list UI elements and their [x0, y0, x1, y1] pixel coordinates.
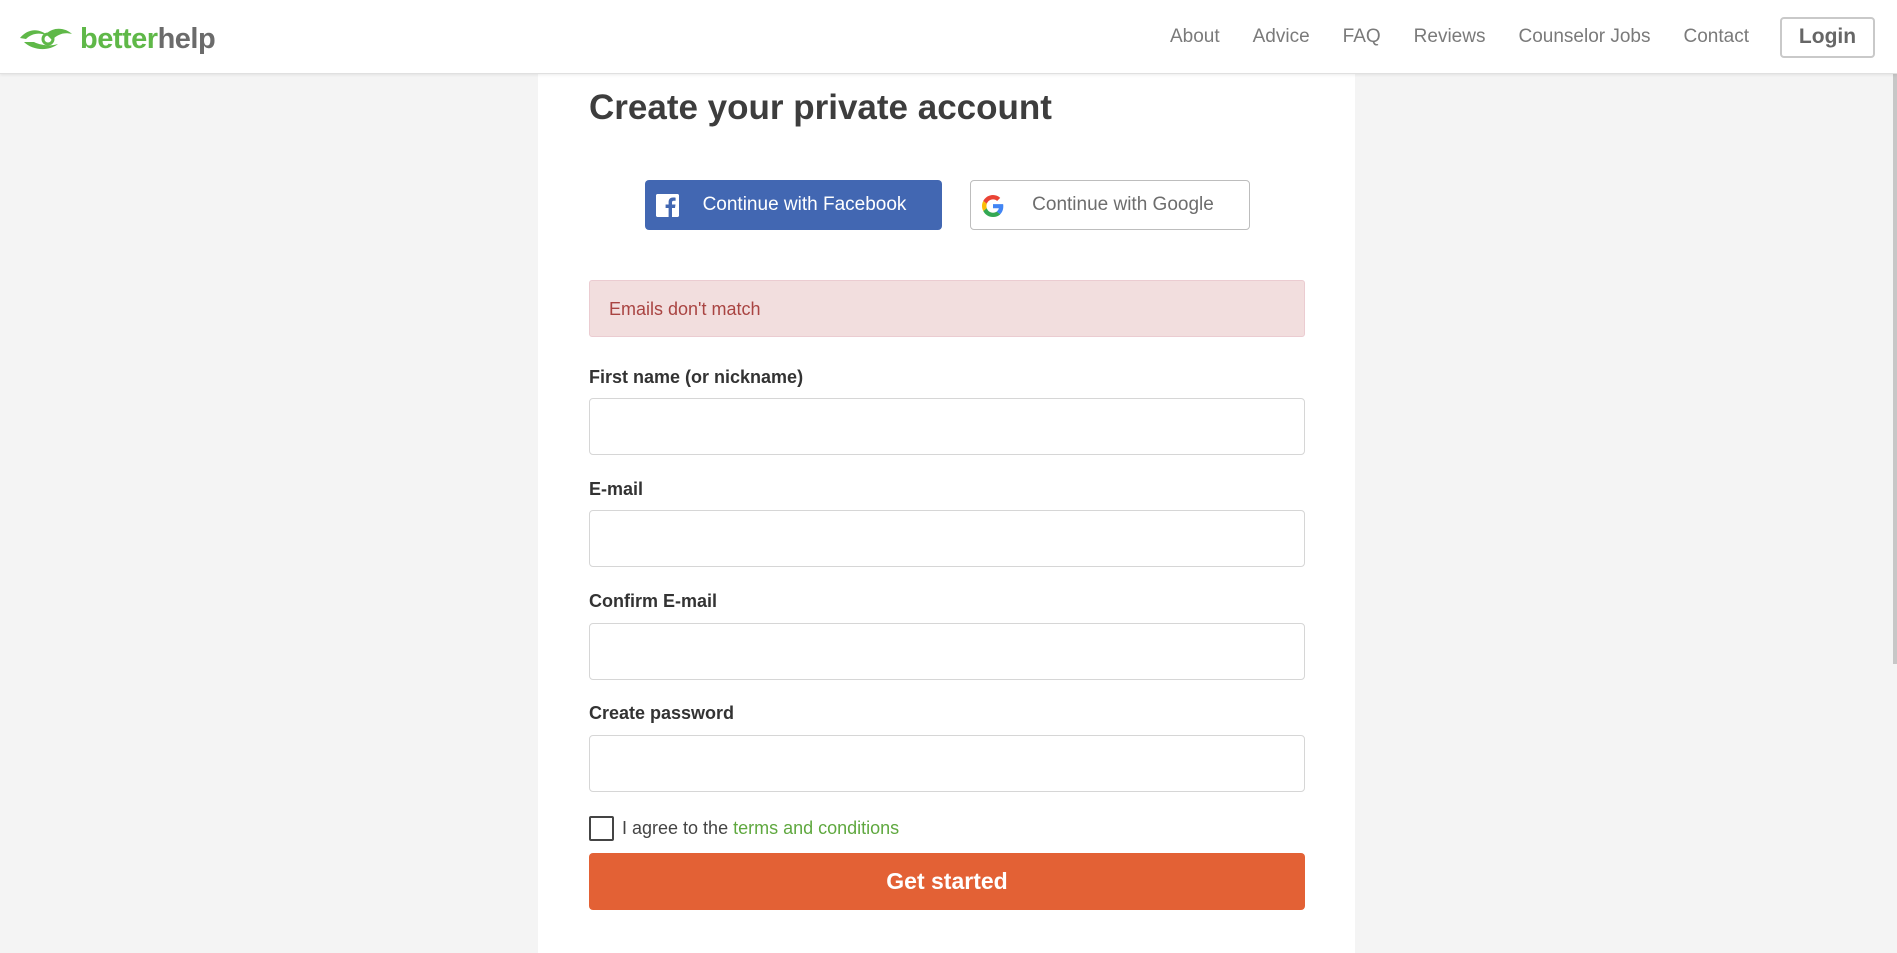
first-name-input[interactable]	[589, 398, 1305, 455]
leaf-hands-icon	[20, 28, 72, 50]
google-button-label: Continue with Google	[1032, 194, 1214, 215]
facebook-signup-button[interactable]: Continue with Facebook	[645, 180, 942, 230]
agree-text: I agree to the	[622, 817, 729, 838]
page-scrollbar[interactable]	[1893, 74, 1897, 664]
logo-better-text: better	[80, 22, 158, 55]
login-button[interactable]: Login	[1780, 16, 1875, 58]
facebook-button-label: Continue with Facebook	[702, 194, 907, 215]
page-title: Create your private account	[589, 88, 1052, 127]
terms-agreement: I agree to the terms and conditions	[589, 815, 899, 841]
error-alert: Emails don't match	[589, 280, 1305, 337]
site-header: betterhelp About Advice FAQ Reviews Coun…	[0, 0, 1897, 74]
nav-contact[interactable]: Contact	[1684, 26, 1749, 48]
terms-checkbox[interactable]	[589, 815, 614, 841]
main-nav: About Advice FAQ Reviews Counselor Jobs …	[1137, 0, 1875, 74]
confirm-email-label: Confirm E-mail	[589, 591, 718, 611]
nav-counselor-jobs[interactable]: Counselor Jobs	[1518, 26, 1650, 48]
confirm-email-input[interactable]	[589, 623, 1305, 680]
nav-about[interactable]: About	[1170, 26, 1220, 48]
betterhelp-logo[interactable]: betterhelp	[18, 22, 216, 56]
password-input[interactable]	[589, 735, 1305, 792]
nav-reviews[interactable]: Reviews	[1414, 26, 1486, 48]
first-name-label: First name (or nickname)	[589, 367, 804, 387]
email-input[interactable]	[589, 510, 1305, 567]
terms-link[interactable]: terms and conditions	[733, 818, 899, 839]
nav-advice[interactable]: Advice	[1253, 26, 1310, 48]
password-label: Create password	[589, 703, 735, 723]
nav-faq[interactable]: FAQ	[1343, 26, 1381, 48]
signup-card: Create your private account Continue wit…	[538, 74, 1355, 953]
get-started-button[interactable]: Get started	[589, 853, 1305, 910]
google-signup-button[interactable]: Continue with Google	[970, 180, 1250, 230]
logo-help-text: help	[157, 22, 216, 55]
email-label: E-mail	[589, 479, 644, 499]
